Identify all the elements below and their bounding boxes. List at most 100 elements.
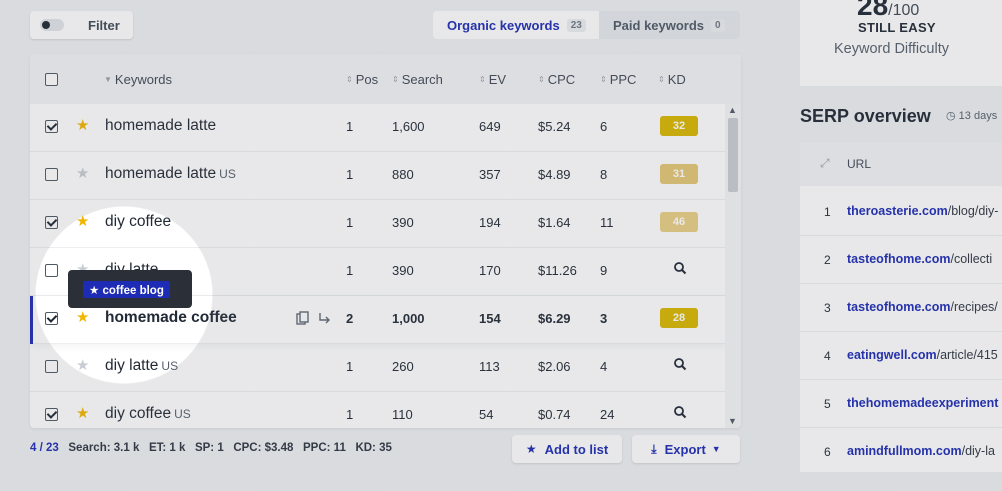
filter-label: Filter	[88, 17, 120, 33]
row-checkbox[interactable]	[45, 216, 58, 229]
serp-rank: 5	[824, 397, 831, 411]
serp-row[interactable]: 6 amindfullmom.com/diy-la	[800, 428, 1002, 476]
serp-row[interactable]: 2 tasteofhome.com/collecti	[800, 236, 1002, 284]
tab-paid-keywords[interactable]: Paid keywords 0	[599, 11, 740, 39]
star-icon[interactable]: ★	[76, 406, 89, 422]
keyword-cell[interactable]: homemade coffee	[105, 309, 237, 327]
expand-icon[interactable]: ⤢	[820, 156, 830, 171]
difficulty-rating: STILL EASY	[858, 20, 936, 35]
row-checkbox[interactable]	[45, 168, 58, 181]
serp-url-link[interactable]: theroasterie.com/blog/diy-	[847, 204, 998, 218]
col-header-ev[interactable]: ⇕ EV	[479, 72, 506, 87]
serp-rank: 4	[824, 349, 831, 363]
serp-url-link[interactable]: amindfullmom.com/diy-la	[847, 444, 995, 458]
col-header-cpc[interactable]: ⇕ CPC	[538, 72, 575, 87]
ppc-cell: 4	[600, 359, 608, 374]
tab-paid-count: 0	[711, 18, 725, 32]
star-icon[interactable]: ★	[76, 166, 89, 182]
summary-kd: KD: 35	[355, 442, 392, 454]
summary-sp: SP: 1	[194, 442, 224, 454]
keyword-cell[interactable]: homemade latte US	[105, 165, 236, 183]
scroll-down-icon[interactable]: ▼	[728, 416, 737, 426]
search-cell: 390	[392, 215, 414, 230]
search-icon[interactable]	[673, 261, 687, 275]
keyword-cell[interactable]: diy coffee US	[105, 405, 191, 423]
table-scrollbar[interactable]: ▲ ▼	[725, 104, 741, 428]
star-icon[interactable]: ★	[76, 358, 89, 374]
row-checkbox[interactable]	[45, 312, 58, 325]
star-icon[interactable]: ★	[76, 214, 89, 230]
sort-icon: ⇕	[392, 75, 399, 84]
sort-icon: ⇕	[479, 75, 486, 84]
sort-down-icon: ▼	[104, 75, 112, 84]
serp-url-link[interactable]: eatingwell.com/article/415	[847, 348, 998, 362]
col-keywords-label: Keywords	[114, 72, 172, 87]
serp-url-link[interactable]: tasteofhome.com/recipes/	[847, 300, 998, 314]
keyword-cell[interactable]: diy coffee	[105, 213, 171, 231]
coffee-blog-tag[interactable]: ★ coffee blog	[83, 281, 170, 298]
serp-row[interactable]: 5 thehomemadeexperiment	[800, 380, 1002, 428]
search-icon[interactable]	[673, 405, 687, 419]
serp-row[interactable]: 1 theroasterie.com/blog/diy-	[800, 188, 1002, 236]
row-checkbox[interactable]	[45, 408, 58, 421]
search-icon[interactable]	[673, 357, 687, 371]
scroll-thumb[interactable]	[728, 118, 738, 192]
serp-url-link[interactable]: thehomemadeexperiment	[847, 396, 998, 410]
keyword-text: homemade coffee	[105, 309, 237, 326]
copy-icon[interactable]	[296, 311, 310, 325]
filter-toggle-button[interactable]: Filter	[30, 11, 133, 39]
export-button[interactable]: ⤓ Export ▼	[632, 435, 740, 463]
serp-rank: 2	[824, 253, 831, 267]
keyword-text: diy coffee	[105, 213, 172, 230]
tab-organic-keywords[interactable]: Organic keywords 23	[433, 11, 599, 39]
toggle-switch-icon[interactable]	[40, 19, 64, 31]
keyword-cell[interactable]: diy latte US	[105, 357, 178, 375]
add-to-list-label: Add to list	[544, 441, 609, 457]
keyword-text: diy coffee	[105, 405, 172, 422]
search-cell: 1,000	[392, 311, 425, 326]
table-row[interactable]: ★ homemade latte 1 1,600 649 $5.24 6 32	[30, 104, 725, 152]
serp-url-link[interactable]: tasteofhome.com/collecti	[847, 252, 992, 266]
col-header-pos[interactable]: ⇕ Pos	[346, 72, 378, 87]
keyword-cell[interactable]: homemade latte	[105, 117, 216, 135]
col-header-kd[interactable]: ⇕ KD	[658, 72, 686, 87]
cpc-cell: $0.74	[538, 407, 571, 422]
table-row[interactable]: ★ diy coffee 1 390 194 $1.64 11 46	[30, 200, 725, 248]
ev-cell: 54	[479, 407, 494, 422]
col-header-keywords[interactable]: ▼ Keywords	[104, 72, 172, 87]
row-checkbox[interactable]	[45, 360, 58, 373]
kd-badge: 28	[660, 308, 698, 328]
keyword-text: homemade latte	[105, 117, 217, 134]
row-checkbox[interactable]	[45, 120, 58, 133]
difficulty-score: 28/100	[857, 0, 919, 22]
selection-summary: 4 / 23 Search: 3.1 k ET: 1 k SP: 1 CPC: …	[30, 442, 392, 454]
pos-cell: 1	[346, 359, 354, 374]
redirect-arrow-icon[interactable]	[318, 311, 332, 325]
serp-row[interactable]: 4 eatingwell.com/article/415	[800, 332, 1002, 380]
scroll-up-icon[interactable]: ▲	[728, 105, 737, 115]
kd-badge: 32	[660, 116, 698, 136]
select-all-checkbox[interactable]	[45, 73, 58, 86]
location-badge: US	[161, 359, 179, 373]
serp-row[interactable]: 3 tasteofhome.com/recipes/	[800, 284, 1002, 332]
serp-path: /article/415	[936, 348, 998, 362]
col-header-search[interactable]: ⇕ Search	[392, 72, 443, 87]
ppc-cell: 6	[600, 119, 608, 134]
summary-search: Search: 3.1 k	[68, 442, 140, 454]
table-row[interactable]: ★ homemade latte US 1 880 357 $4.89 8 31	[30, 152, 725, 200]
cpc-cell: $1.64	[538, 215, 571, 230]
tab-organic-label: Organic keywords	[447, 17, 560, 33]
star-icon[interactable]: ★	[76, 310, 89, 326]
table-row[interactable]: ★ diy coffee US 1 110 54 $0.74 24	[30, 392, 725, 428]
serp-table: ⤢ URL 1 theroasterie.com/blog/diy- 2 tast…	[800, 142, 1002, 476]
serp-domain: tasteofhome.com	[847, 300, 951, 314]
serp-path: /recipes/	[950, 300, 998, 314]
star-icon[interactable]: ★	[76, 118, 89, 134]
serp-rank: 1	[824, 205, 831, 219]
col-header-ppc[interactable]: ⇕ PPC	[600, 72, 636, 87]
pos-cell: 2	[346, 311, 354, 326]
table-row[interactable]: ★ diy latte US 1 260 113 $2.06 4	[30, 344, 725, 392]
row-checkbox[interactable]	[45, 264, 58, 277]
serp-path: /blog/diy-	[947, 204, 999, 218]
add-to-list-button[interactable]: ★ Add to list	[512, 435, 622, 463]
